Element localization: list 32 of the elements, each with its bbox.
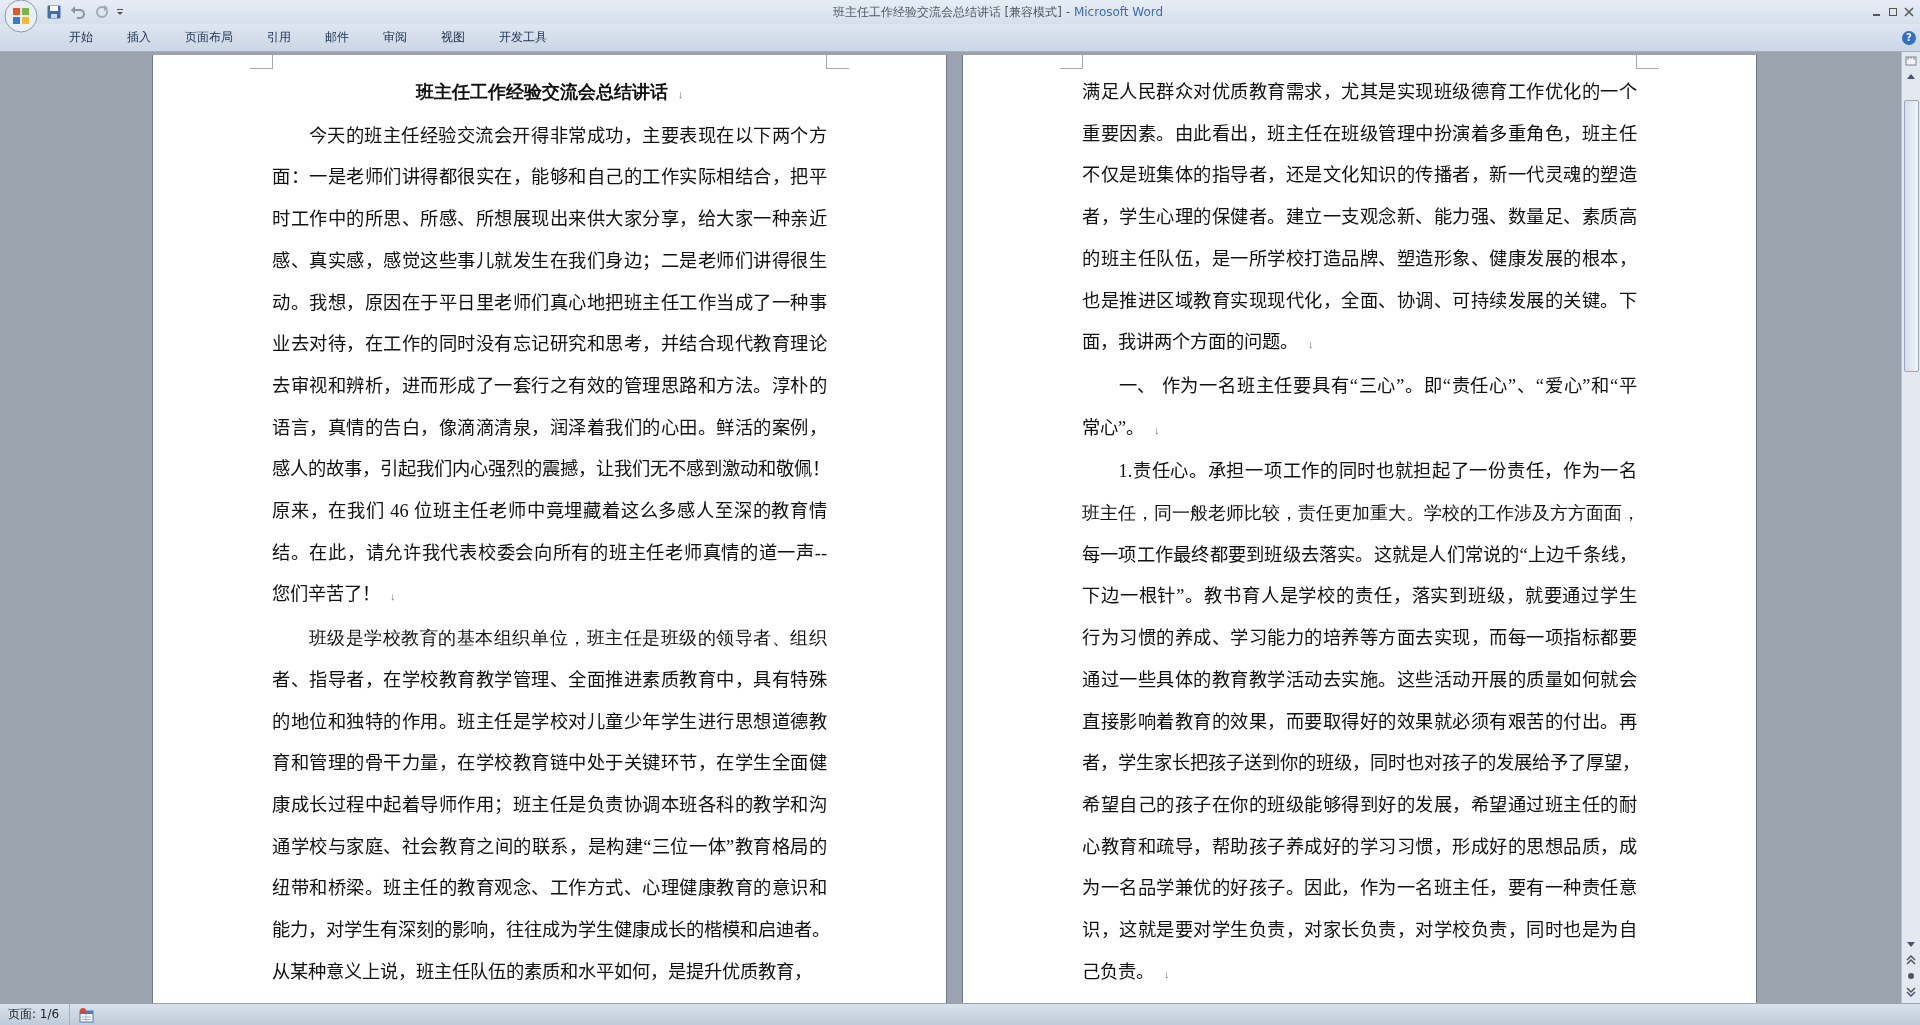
ribbon-tab[interactable]: 引用 — [250, 25, 308, 50]
previous-page-icon[interactable] — [1904, 953, 1918, 967]
ribbon-tab[interactable]: 审阅 — [366, 25, 424, 50]
crop-mark — [826, 55, 849, 69]
paragraph: 1.责任心。承担一项工作的同时也就担起了一份责任，作为一名 班主任，同一般老师比较，责任更加重大。学校的工作涉及方方面面， 每一项工作最终都要到班级去落实。这就是人们常说的“上边千条线， 下边一根针”。教书育人是学校的责任，落实到班级，就要通过学生 行为习惯的养成、学习能力的培养等方面去实现，而每一项指标都要 通过一些具体的教育教学活动去实施。这些活动开展的质量如何就会 直接影响着教育的效果，而要取得好的效果就必须有艰苦的付出。再 者，学生家长把孩子送到你的班级，同时也对孩子的发展给予了厚望， 希望自己的孩子在你的班级能够得到好的发展，希望通过班主任的耐 心教育和疏导，帮助孩子养成好的学习习惯，形成好的思想品质，成 为一名品学兼优的好孩子。因此，作为一名班主任，要有一种责任意 识，这就是要对学生负责，对家长负责，对学校负责，同时也是为自 己负责。 ↓ — [1082, 460, 1637, 984]
paragraph: 班级是学校教育的基本组织单位，班主任是班级的领导者、组织 者、指导者，在学校教育教学管理、全面推进素质教育中，具有特殊 的地位和独特的作用。班主任是学校对儿童少年学生进行思想道德教 育和管理的骨干力量，在学校教育链中处于关键环节，在学生全面健 康成长过程中起着导师作用；班主任是负责协调本班各科的教学和沟 通学校与家庭、社会教育之间的联系，是构建“三位一体”教育格局的 纽带和桥梁。班主任的教育观念、工作方式、心理健康教育的意识和 能力，对学生有深刻的影响，往往成为学生健康成长的楷模和启迪者。 从某种意义上说，班主任队伍的素质和水平如何，是提升优质教育， — [272, 627, 827, 984]
undo-icon[interactable] — [70, 4, 86, 20]
crop-mark — [1060, 55, 1083, 69]
ribbon-tab[interactable]: 开发工具 — [482, 25, 564, 50]
macro-record-icon[interactable] — [78, 1006, 95, 1023]
page-count[interactable]: 页面: 1/6 — [0, 1004, 71, 1025]
help-button[interactable]: ? — [1902, 30, 1916, 45]
customize-caret-icon[interactable] — [116, 8, 124, 16]
document-title: 班主任工作经验交流会总结讲话 ↓ — [414, 81, 685, 104]
window-title: 班主任工作经验交流会总结讲话 [兼容模式] - Microsoft Word — [831, 3, 1165, 21]
vertical-scrollbar[interactable] — [1901, 52, 1920, 1003]
ruler-toggle-icon[interactable] — [1904, 54, 1918, 68]
scrollbar-thumb[interactable] — [1904, 100, 1919, 372]
paragraph: 一、 作为一名班主任要具有“三心”。即“责任心”、“爱心”和“平 常心”。 ↓ — [1082, 374, 1637, 440]
ribbon-tab[interactable]: 邮件 — [308, 25, 366, 50]
maximize-icon[interactable] — [1888, 7, 1898, 17]
crop-mark — [250, 55, 273, 69]
ribbon-tab[interactable]: 视图 — [424, 25, 482, 50]
save-icon[interactable] — [46, 4, 62, 20]
close-icon[interactable] — [1904, 7, 1914, 17]
paragraph: 满足人民群众对优质教育需求，尤其是实现班级德育工作优化的一个 重要因素。由此看出，班主任在班级管理中扮演着多重角色，班主任 不仅是班集体的指导者，还是文化知识的传播者，新一代灵魂的塑造 者，学生心理的保健者。建立一支观念新、能力强、数量足、素质高 的班主任队伍，是一所学校打造品牌、塑造形象、健康发展的根本， 也是推进区域教育实现现代化，全面、协调、可持续发展的关键。下 面，我讲两个方面的问题。 ↓ — [1082, 81, 1637, 355]
ribbon-tab[interactable]: 页面布局 — [168, 25, 250, 50]
paragraph: 今天的班主任经验交流会开得非常成功，主要表现在以下两个方 面：一是老师们讲得都很实在，能够和自己的工作实际相结合，把平 时工作中的所思、所感、所想展现出来供大家分享，给大家一种亲近 感、真实感，感觉这些事儿就发生在我们身边；二是老师们讲得很生 动。我想，原因在于平日里老师们真心地把班主任工作当成了一种事 业去对待，在工作的同时没有忘记研究和思考，并结合现代教育理论 去审视和辨析，进而形成了一套行之有效的管理思路和方法。淳朴的 语言，真情的告白，像滴滴清泉，润泽着我们的心田。鲜活的案例， 感人的故事，引起我们内心强烈的震撼，让我们无不感到激动和敬佩！ 原来，在我们 46 位班主任老师中竟埋藏着这么多感人至深的教育情 结。在此，请允许我代表校委会向所有的班主任老师真情的道一声-- 您们辛苦了！ ↓ — [272, 124, 827, 607]
ribbon-tab[interactable]: 开始 — [52, 25, 110, 50]
next-page-icon[interactable] — [1904, 985, 1918, 999]
crop-mark — [1636, 55, 1659, 69]
ribbon-tab[interactable]: 插入 — [110, 25, 168, 50]
